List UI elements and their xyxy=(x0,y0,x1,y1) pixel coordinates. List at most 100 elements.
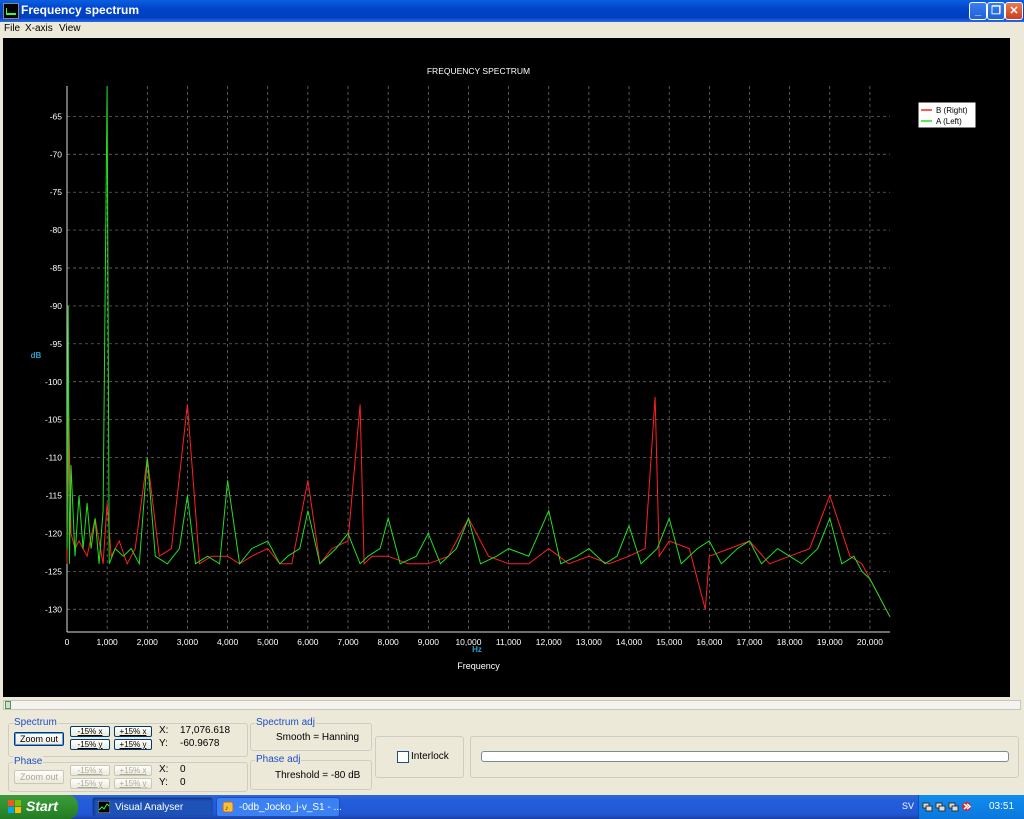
audio-file-icon: ♪ xyxy=(222,801,234,813)
y-tick-label: -90 xyxy=(50,301,63,311)
x-tick-label: 13,000 xyxy=(576,637,602,647)
y-tick-label: -105 xyxy=(45,415,62,425)
y-unit-label: dB xyxy=(31,351,42,360)
spectrum-minus-y-button[interactable]: -15% y xyxy=(70,739,110,750)
y-tick-label: -85 xyxy=(50,263,63,273)
task-label: Visual Analyser xyxy=(115,802,184,813)
x-tick-label: 6,000 xyxy=(297,637,319,647)
phase-x-label: X: xyxy=(159,764,169,775)
x-tick-label: 8,000 xyxy=(378,637,400,647)
x-tick-label: 0 xyxy=(65,637,70,647)
x-tick-label: 14,000 xyxy=(616,637,642,647)
start-button[interactable]: Start xyxy=(0,795,78,819)
spectrum-chart-area[interactable]: 0 1,000 2,000 3,000 4,000 5,000 6,000 7,000 8,00… xyxy=(3,38,1010,697)
system-tray: SV 03:51 xyxy=(902,795,1024,819)
y-tick-label: -80 xyxy=(50,225,63,235)
spectrum-group-title: Spectrum xyxy=(13,717,58,728)
spectrum-y-label: Y: xyxy=(159,738,168,749)
x-tick-label: 3,000 xyxy=(177,637,199,647)
x-tick-label: 20,000 xyxy=(857,637,883,647)
network-icon[interactable] xyxy=(935,801,946,812)
chart-title: FREQUENCY SPECTRUM xyxy=(427,66,530,76)
svg-text:♪: ♪ xyxy=(225,805,229,812)
taskbar: Start Visual Analyser ♪ -0db_Jocko_j-v_S… xyxy=(0,795,1024,819)
interlock-checkbox[interactable] xyxy=(397,751,409,763)
threshold-value[interactable]: Threshold = -80 dB xyxy=(275,770,360,781)
y-tick-label: -75 xyxy=(50,187,63,197)
menu-x-axis[interactable]: X-axis xyxy=(25,23,53,34)
menu-view[interactable]: View xyxy=(59,23,81,34)
y-tick-label: -70 xyxy=(50,149,63,159)
x-unit-label: Hz xyxy=(472,645,482,654)
y-tick-label: -115 xyxy=(46,491,63,501)
spectrum-y-value: -60.9678 xyxy=(180,738,220,749)
title-bar: Frequency spectrum _ ❐ ✕ xyxy=(0,0,1024,22)
menu-file[interactable]: File xyxy=(4,23,20,34)
y-tick-label: -100 xyxy=(45,377,62,387)
x-tick-label: 18,000 xyxy=(777,637,803,647)
x-tick-label: 15,000 xyxy=(656,637,682,647)
spectrum-zoom-out-button[interactable]: Zoom out xyxy=(14,732,64,746)
phase-plus-y-button[interactable]: +15% y xyxy=(114,778,152,789)
clock[interactable]: 03:51 xyxy=(989,801,1014,812)
spectrum-adj-title: Spectrum adj xyxy=(255,717,316,728)
x-tick-label: 12,000 xyxy=(536,637,562,647)
windows-flag-icon xyxy=(8,800,21,813)
phase-plus-x-button[interactable]: +15% x xyxy=(114,765,152,776)
spectrum-x-value: 17,076.618 xyxy=(180,725,231,736)
horizontal-scrollbar[interactable] xyxy=(3,700,1021,710)
phase-zoom-out-button[interactable]: Zoom out xyxy=(14,770,64,784)
spectrum-chart[interactable]: 0 1,000 2,000 3,000 4,000 5,000 6,000 7,000 8,00… xyxy=(3,38,1010,697)
network-icon[interactable] xyxy=(948,801,959,812)
legend-label: A (Left) xyxy=(936,117,962,126)
y-tick-label: -130 xyxy=(45,604,62,614)
spectrum-plus-y-button[interactable]: +15% y xyxy=(114,739,152,750)
phase-adj-title: Phase adj xyxy=(255,754,302,765)
x-tick-label: 4,000 xyxy=(217,637,239,647)
legend-label: B (Right) xyxy=(936,106,968,115)
task-audio-file[interactable]: ♪ -0db_Jocko_j-v_S1 - ... xyxy=(216,797,342,817)
close-button[interactable]: ✕ xyxy=(1005,2,1023,20)
language-indicator[interactable]: SV xyxy=(902,801,914,811)
phase-minus-y-button[interactable]: -15% y xyxy=(70,778,110,789)
task-label: -0db_Jocko_j-v_S1 - ... xyxy=(239,802,342,813)
phase-minus-x-button[interactable]: -15% x xyxy=(70,765,110,776)
phase-y-label: Y: xyxy=(159,777,168,788)
y-tick-label: -110 xyxy=(46,453,63,463)
window-title: Frequency spectrum xyxy=(21,3,140,17)
vertical-scrollbar[interactable] xyxy=(1011,38,1023,697)
x-tick-label: 17,000 xyxy=(736,637,762,647)
series-line-b-right xyxy=(66,396,891,618)
y-tick-label: -125 xyxy=(45,566,62,576)
x-tick-label: 7,000 xyxy=(337,637,359,647)
app-icon[interactable] xyxy=(3,3,19,19)
x-tick-label: 2,000 xyxy=(137,637,159,647)
phase-group-title: Phase xyxy=(13,756,44,767)
scroll-thumb[interactable] xyxy=(5,701,11,709)
x-tick-label: 1,000 xyxy=(97,637,119,647)
x-tick-label: 5,000 xyxy=(257,637,279,647)
start-label: Start xyxy=(26,798,58,814)
phase-x-value: 0 xyxy=(180,764,186,775)
x-tick-label: 9,000 xyxy=(418,637,440,647)
x-tick-label: 19,000 xyxy=(817,637,843,647)
x-tick-label: 11,000 xyxy=(496,637,522,647)
minimize-button[interactable]: _ xyxy=(969,2,987,20)
y-tick-label: -65 xyxy=(50,111,63,121)
y-tick-label: -120 xyxy=(45,528,62,538)
network-icon[interactable] xyxy=(922,801,933,812)
progress-bar xyxy=(481,751,1009,762)
x-axis-label: Frequency xyxy=(457,661,500,671)
spectrum-x-label: X: xyxy=(159,725,169,736)
smooth-value[interactable]: Smooth = Hanning xyxy=(276,732,359,743)
restore-button[interactable]: ❐ xyxy=(987,2,1005,20)
phase-y-value: 0 xyxy=(180,777,186,788)
spectrum-minus-x-button[interactable]: -15% x xyxy=(70,726,110,737)
x-tick-label: 16,000 xyxy=(696,637,722,647)
spectrum-plus-x-button[interactable]: +15% x xyxy=(114,726,152,737)
antivirus-icon[interactable] xyxy=(961,801,972,812)
visual-analyser-icon xyxy=(98,801,110,813)
menu-bar: File X-axis View xyxy=(0,22,1024,36)
task-visual-analyser[interactable]: Visual Analyser xyxy=(92,797,213,817)
interlock-label[interactable]: Interlock xyxy=(411,751,449,762)
